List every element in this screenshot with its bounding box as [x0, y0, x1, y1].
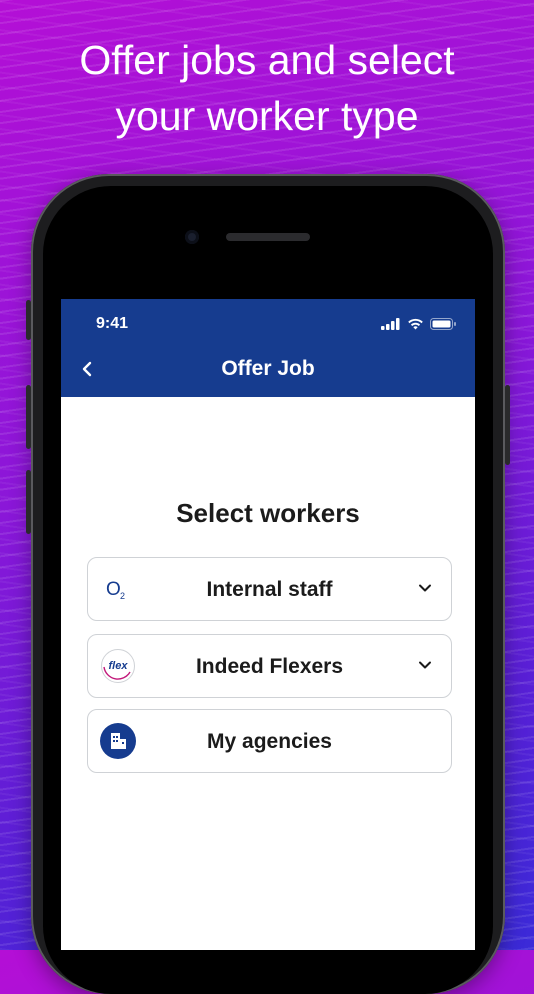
- option-indeed-flexers[interactable]: flex Indeed Flexers: [87, 634, 452, 698]
- headline-line-1: Offer jobs and select: [79, 37, 455, 83]
- wifi-icon: [408, 318, 423, 330]
- section-title: Select workers: [176, 498, 360, 528]
- earpiece-speaker: [226, 233, 310, 241]
- status-time: 9:41: [96, 315, 129, 332]
- chevron-down-icon[interactable]: [417, 580, 433, 596]
- option-label: Internal staff: [206, 578, 333, 601]
- app-screen: 9:41 Offer Job Select workers O 2 Intern…: [61, 299, 475, 950]
- front-camera: [185, 230, 199, 244]
- battery-icon: [430, 318, 456, 330]
- status-icons: [381, 318, 457, 330]
- option-my-agencies[interactable]: My agencies: [87, 709, 452, 773]
- promo-headline: Offer jobs and select your worker type: [0, 32, 534, 144]
- silent-switch: [26, 300, 31, 340]
- volume-up-button: [26, 385, 31, 449]
- option-label: My agencies: [207, 730, 332, 753]
- power-button: [505, 385, 510, 465]
- volume-down-button: [26, 470, 31, 534]
- chevron-down-icon[interactable]: [417, 657, 433, 673]
- headline-line-2: your worker type: [115, 93, 419, 139]
- page-title: Offer Job: [221, 357, 315, 380]
- option-label: Indeed Flexers: [195, 655, 344, 678]
- option-internal-staff[interactable]: O 2 Internal staff: [87, 557, 452, 621]
- app-bar: 9:41 Offer Job: [61, 299, 475, 397]
- signal-icon: [381, 318, 400, 330]
